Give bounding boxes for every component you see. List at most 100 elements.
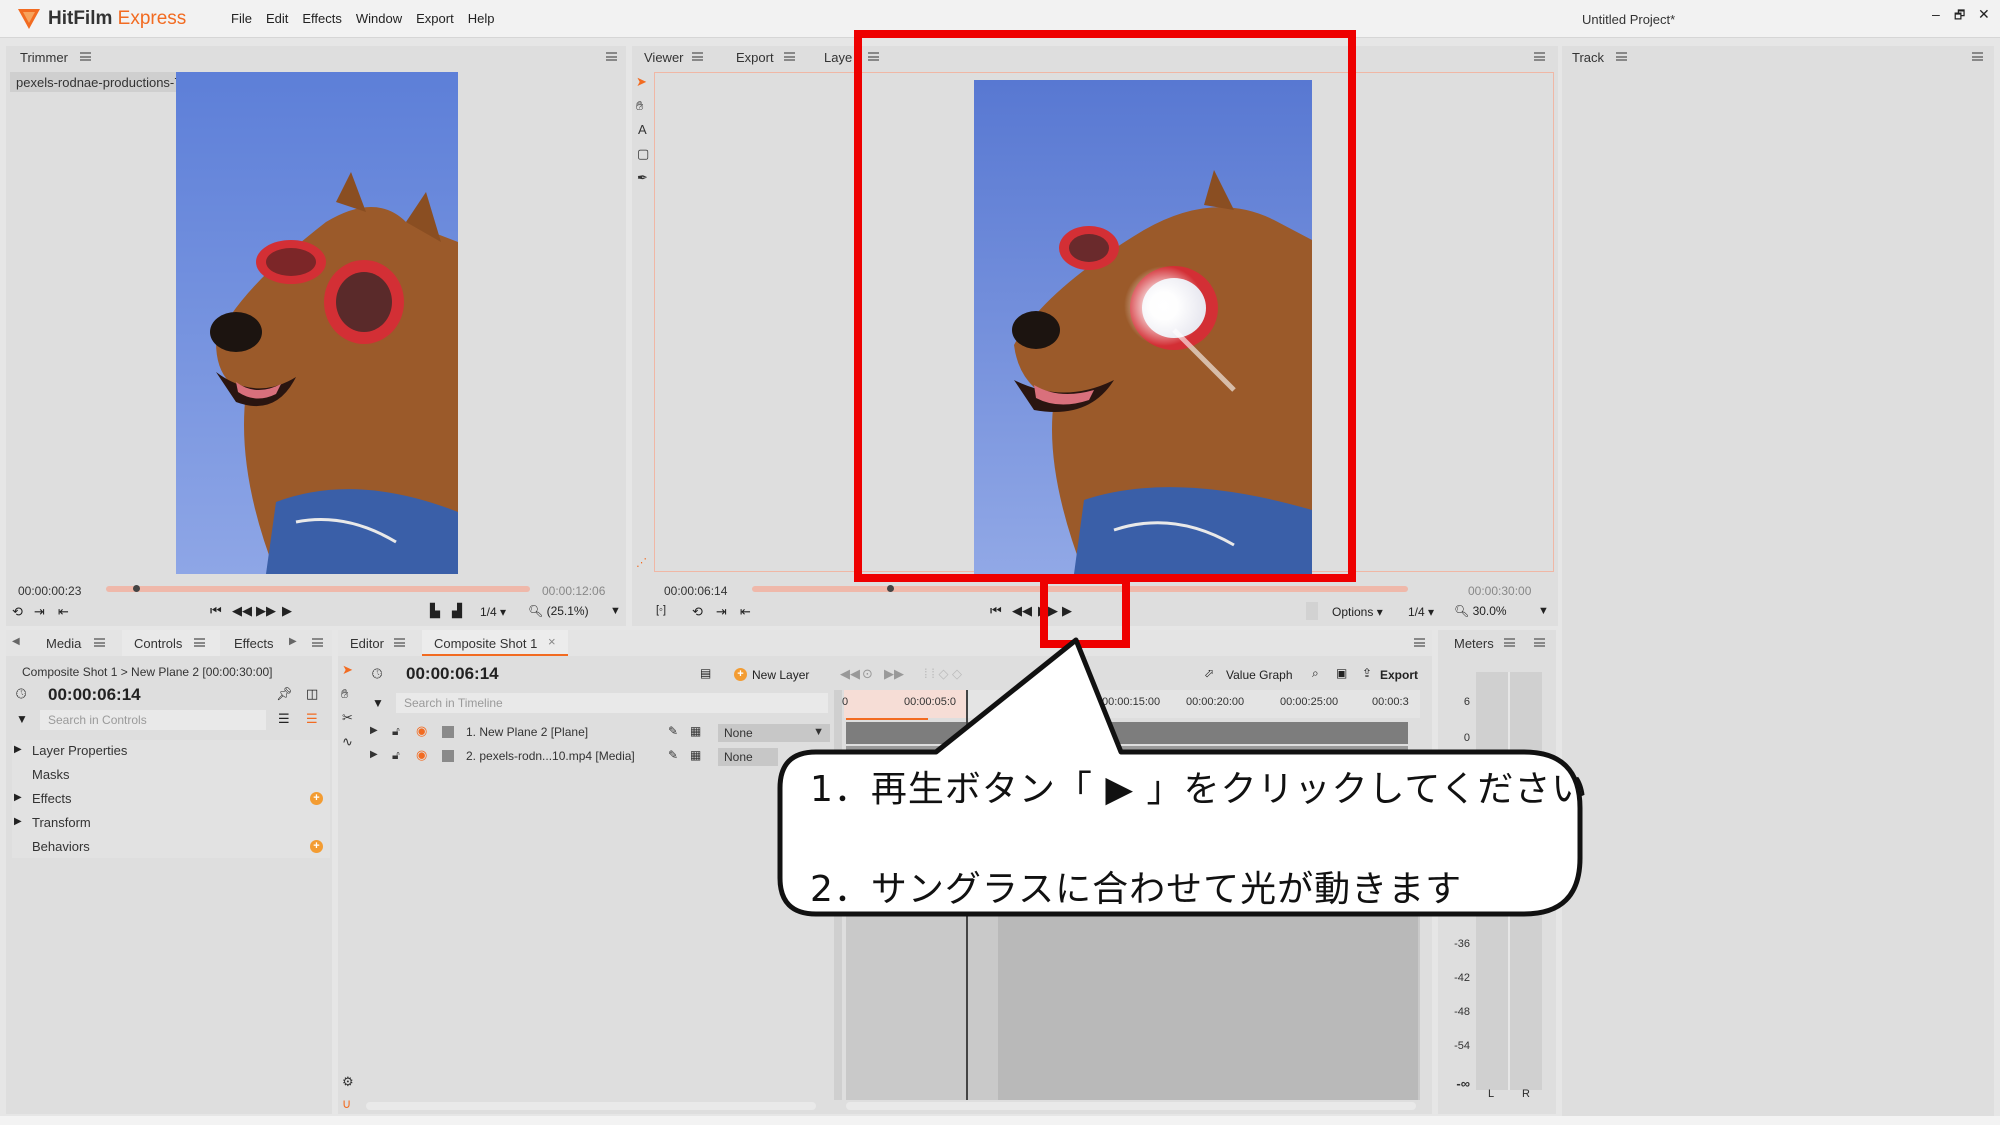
tabs-scroll-right-icon[interactable]: ▶ [289, 636, 297, 647]
timeline-search-input[interactable]: Search in Timeline [396, 693, 828, 713]
viewer-options-dropdown[interactable]: Options ▾ [1332, 605, 1383, 619]
pen-tool-icon[interactable]: ✒︎ [637, 170, 648, 186]
minimize-button[interactable]: – [1932, 6, 1940, 22]
viewer-panel-menu-icon[interactable] [1534, 52, 1545, 61]
layer-2-lock-icon[interactable]: 🔓︎ [392, 748, 400, 763]
layer-2-visibility-icon[interactable]: ◉ [416, 747, 427, 763]
viewer-zoom[interactable]: 🔍︎ 30.0% [1454, 604, 1507, 618]
controls-search-input[interactable]: Search in Controls [40, 710, 266, 730]
tab-editor[interactable]: Editor [350, 636, 384, 651]
tree-behaviors[interactable]: Behaviors [32, 839, 90, 854]
text-tool-icon[interactable]: A [638, 122, 647, 137]
tab-export[interactable]: Export [736, 50, 774, 65]
controls-tab-menu-icon[interactable] [194, 638, 205, 647]
tab-media[interactable]: Media [46, 636, 81, 651]
layer-2-name[interactable]: 2. pexels-rodn...10.mp4 [Media] [466, 749, 635, 763]
layer-1-name[interactable]: 1. New Plane 2 [Plane] [466, 725, 588, 739]
viewer-loop-icon[interactable]: ⟲ [692, 604, 703, 620]
viewer-playhead[interactable] [886, 585, 894, 592]
layer-1-lock-icon[interactable]: 🔓︎ [392, 724, 400, 739]
viewer-insert-icon[interactable]: ⇥ [716, 604, 727, 620]
tree-layer-properties[interactable]: Layer Properties [32, 743, 127, 758]
viewer-step-back-icon[interactable]: ◀◀ [1012, 603, 1032, 619]
tree-effects[interactable]: Effects [32, 791, 72, 806]
editor-hand-tool-icon[interactable]: ✋︎ [341, 686, 348, 702]
trimmer-panel-menu-icon[interactable] [606, 52, 617, 61]
viewer-overlay-icon[interactable]: ⇤ [740, 604, 751, 620]
add-behavior-icon[interactable]: + [310, 840, 323, 853]
trimmer-snapshot-icon[interactable]: ▙ [430, 603, 440, 619]
add-effect-icon[interactable]: + [310, 792, 323, 805]
editor-tab-menu-icon[interactable] [394, 638, 405, 647]
editor-settings-icon[interactable]: ⚙ [342, 1074, 354, 1090]
viewer-tab-menu-icon[interactable] [692, 52, 703, 61]
tab-controls[interactable]: Controls [134, 636, 182, 651]
controls-list-icon[interactable]: ☰ [278, 711, 290, 727]
track-panel-menu-icon[interactable] [1972, 52, 1983, 61]
trimmer-zoom[interactable]: 🔍︎ (25.1%) [528, 604, 589, 618]
menu-effects[interactable]: Effects [295, 11, 349, 26]
trimmer-insert-icon[interactable]: ⇥ [34, 604, 45, 620]
viewer-goto-start-icon[interactable]: ⏮ [990, 603, 1002, 619]
tree-masks[interactable]: Masks [32, 767, 70, 782]
controls-panel-menu-icon[interactable] [312, 638, 323, 647]
editor-horizontal-scroll[interactable] [366, 1102, 816, 1110]
tab-composite-shot[interactable]: Composite Shot 1 [434, 636, 537, 651]
tab-trimmer[interactable]: Trimmer [20, 50, 68, 65]
editor-curve-tool-icon[interactable]: ∿ [342, 734, 353, 750]
trimmer-loop-icon[interactable]: ⟲ [12, 604, 23, 620]
controls-split-icon[interactable]: ◫ [306, 686, 318, 702]
menu-edit[interactable]: Edit [259, 11, 295, 26]
menu-file[interactable]: File [224, 11, 259, 26]
hand-tool-icon[interactable]: ✋︎ [636, 98, 643, 114]
viewer-grid-toggle[interactable] [1306, 602, 1318, 620]
trimmer-playhead[interactable] [132, 585, 140, 592]
menu-help[interactable]: Help [461, 11, 502, 26]
controls-pin-icon[interactable]: 📌︎ [276, 686, 293, 702]
select-tool-icon[interactable]: ➤ [636, 74, 647, 90]
viewer-fit-icon[interactable]: [◦] [656, 604, 666, 616]
timeline-filter-icon[interactable]: ▼ [372, 696, 384, 710]
resize-grip-icon[interactable]: ⋰ [636, 556, 647, 569]
trimmer-display-icon[interactable]: ▟ [452, 603, 462, 619]
viewer-zoom-dropdown-icon[interactable]: ▼ [1538, 605, 1549, 617]
layer-properties-expand-icon[interactable]: ▶ [14, 744, 22, 755]
close-composite-tab-icon[interactable]: × [548, 634, 556, 649]
new-layer-icon[interactable]: + [734, 668, 747, 681]
trimmer-zoom-dropdown-icon[interactable]: ▼ [610, 605, 621, 617]
timeline-horizontal-scroll[interactable] [846, 1102, 1416, 1110]
editor-select-tool-icon[interactable]: ➤ [342, 662, 353, 678]
tabs-scroll-left-icon[interactable]: ◀ [12, 636, 20, 647]
editor-composite-icon[interactable]: ▤ [700, 666, 711, 680]
menu-export[interactable]: Export [409, 11, 461, 26]
trimmer-overlay-icon[interactable]: ⇤ [58, 604, 69, 620]
rectangle-tool-icon[interactable]: ▢ [637, 146, 649, 162]
media-tab-menu-icon[interactable] [94, 638, 105, 647]
controls-filter-icon[interactable]: ▼ [16, 712, 28, 726]
controls-list-active-icon[interactable]: ☰ [306, 711, 318, 727]
trimmer-scrub-bar[interactable] [106, 586, 530, 592]
trimmer-step-forward-icon[interactable]: ▶▶ [256, 603, 276, 619]
tab-track[interactable]: Track [1572, 50, 1604, 65]
transform-expand-icon[interactable]: ▶ [14, 816, 22, 827]
editor-slice-tool-icon[interactable]: ✂ [342, 710, 353, 726]
viewer-quality[interactable]: 1/4 ▾ [1408, 605, 1434, 619]
layer-2-expand-icon[interactable]: ▶ [370, 749, 378, 760]
layer-1-edit-icon[interactable]: ✎ [668, 724, 678, 738]
trimmer-quality[interactable]: 1/4 ▾ [480, 605, 506, 619]
tab-effects[interactable]: Effects [234, 636, 274, 651]
layer-1-visibility-icon[interactable]: ◉ [416, 723, 427, 739]
close-button[interactable]: ✕ [1978, 6, 1990, 23]
editor-magnet-icon[interactable]: ∪ [342, 1096, 352, 1112]
effects-expand-icon[interactable]: ▶ [14, 792, 22, 803]
trimmer-play-icon[interactable]: ▶ [282, 603, 292, 619]
trimmer-menu-icon[interactable] [80, 52, 91, 61]
trimmer-step-back-icon[interactable]: ◀◀ [232, 603, 252, 619]
tab-viewer[interactable]: Viewer [644, 50, 684, 65]
layer-2-checker-icon[interactable]: ▦ [690, 748, 701, 762]
tab-layer[interactable]: Laye [824, 50, 852, 65]
layer-1-checker-icon[interactable]: ▦ [690, 724, 701, 738]
restore-button[interactable]: 🗗 [1954, 6, 1965, 27]
track-tab-menu-icon[interactable] [1616, 52, 1627, 61]
layer-2-edit-icon[interactable]: ✎ [668, 748, 678, 762]
